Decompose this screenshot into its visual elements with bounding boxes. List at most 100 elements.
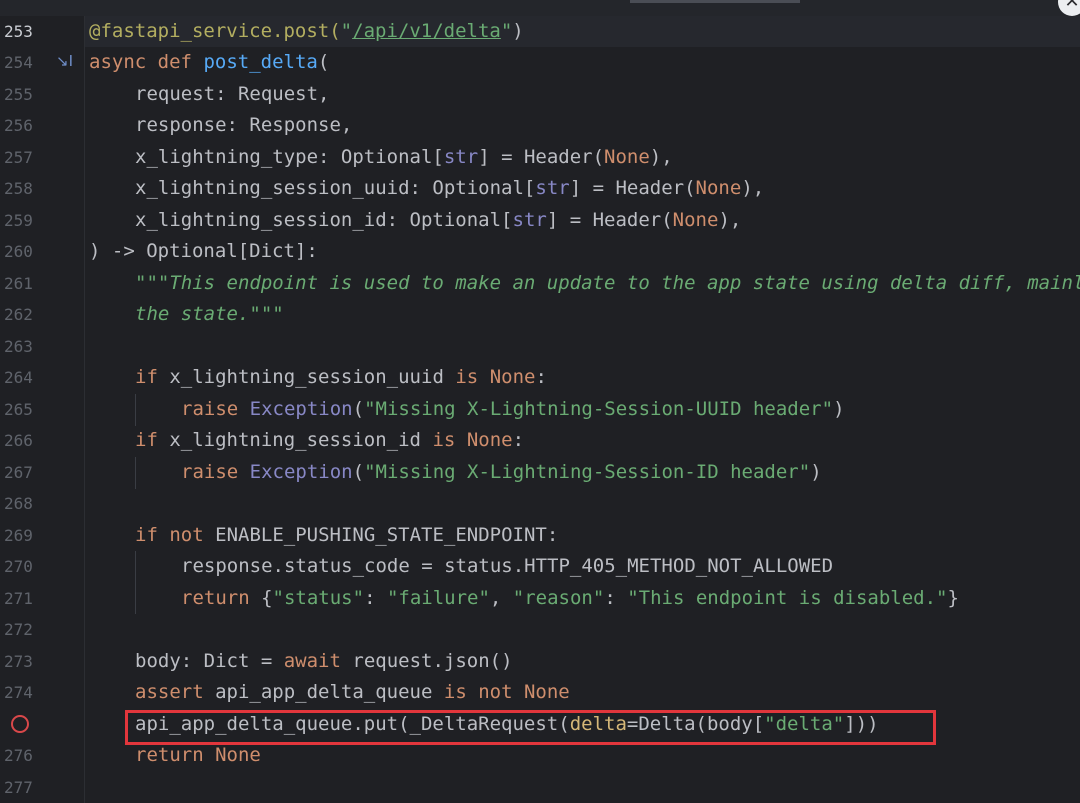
keyword: async [89,51,147,73]
line-number: 256 [4,116,33,135]
string: "status" [272,587,365,609]
top-tab-strip [0,0,1080,16]
line-number: 262 [4,305,33,324]
line-number: 273 [4,652,33,671]
line-number: 261 [4,274,33,293]
implements-gutter-icon[interactable]: ↘I [56,52,82,74]
line-number: 254 [4,53,33,72]
keyword: raise [181,398,239,420]
code-text: ] = Header( [478,146,605,168]
code-line-262: the state.""" [135,303,284,325]
red-highlight-annotation [125,710,936,745]
keyword: is [455,366,479,388]
keyword: assert [135,681,204,703]
string: "Missing X-Lightning-Session-UUID header… [364,398,834,420]
keyword: is not [443,681,513,703]
line-number: 255 [4,85,33,104]
string: "This endpoint is disabled." [627,587,948,609]
code-text: ), [718,209,742,231]
keyword: None [523,681,570,703]
code-line-257: x_lightning_type: Optional[str] = Header… [135,142,673,173]
function-name[interactable]: post_delta [203,51,317,73]
code-line-267: raise Exception("Missing X-Lightning-Ses… [181,457,822,488]
builtin: Exception [249,398,353,420]
paren: ) [512,20,524,42]
keyword: None [695,177,742,199]
code-line-261: """This endpoint is used to make an upda… [135,272,1080,294]
line-number-gutter: 253 254 255 256 257 258 259 260 261 262 … [0,16,85,803]
keyword: not [169,524,204,546]
line-number: 258 [4,179,33,198]
code-line-269: if not ENABLE_PUSHING_STATE_ENDPOINT: [135,520,558,551]
line-number: 265 [4,400,33,419]
line-number: 264 [4,368,33,387]
keyword: def [157,51,192,73]
decorator: @fastapi_service.post( [89,20,341,42]
line-number: 272 [4,620,33,639]
code-text: body: Dict = [135,650,284,672]
keyword: return [181,587,250,609]
code-line-260: ) -> Optional[Dict]: [89,240,318,262]
code-text: x_lightning_type: Optional[ [135,146,444,168]
code-line-266: if x_lightning_session_id is None: [135,425,524,456]
code-text: ] = Header( [546,209,673,231]
code-line-258: x_lightning_session_uuid: Optional[str] … [135,173,764,204]
variable: x_lightning_session_id [169,429,422,451]
code-text: : [512,429,525,451]
code-line-254: async def post_delta( [89,47,329,78]
string: "reason" [512,587,605,609]
code-editor[interactable]: @fastapi_service.post("/api/v1/delta") a… [85,16,1080,803]
code-line-273: body: Dict = await request.json() [135,646,513,677]
line-number: 266 [4,431,33,450]
line-number: 260 [4,242,33,261]
paren: ) [810,461,822,483]
line-number: 276 [4,746,33,765]
keyword: None [672,209,719,231]
code-line-255: request: Request, [135,83,330,105]
builtin: str [535,177,570,199]
line-number: 263 [4,337,33,356]
keyword: if [135,429,158,451]
keyword: None [466,429,513,451]
keyword: None [215,744,261,766]
keyword: is [432,429,456,451]
code-text: : [364,587,387,609]
code-text: x_lightning_session_id: Optional[ [135,209,513,231]
code-text: , [489,587,513,609]
code-text: : [535,366,547,388]
route-link[interactable]: /api/v1/delta [352,20,501,42]
line-number: 268 [4,494,33,513]
code-line-253: @fastapi_service.post("/api/v1/delta") [89,16,524,47]
code-line-259: x_lightning_session_id: Optional[str] = … [135,205,741,236]
code-line-271: return {"status": "failure", "reason": "… [181,583,959,614]
code-text: ), [649,146,673,168]
code-line-256: response: Response, [135,114,353,136]
code-line-274: assert api_app_delta_queue is not None [135,677,570,708]
keyword: await [283,650,341,672]
keyword: if [135,366,158,388]
paren: ) [833,398,845,420]
code-text: x_lightning_session_uuid: Optional[ [135,177,536,199]
line-number: 267 [4,463,33,482]
breakpoint-icon[interactable] [11,715,29,733]
brace: { [261,587,273,609]
keyword: return [135,744,204,766]
line-number: 257 [4,148,33,167]
builtin: Exception [249,461,353,483]
variable: api_app_delta_queue [215,681,433,703]
line-number: 271 [4,589,33,608]
line-number: 269 [4,526,33,545]
keyword: if [135,524,158,546]
keyword: None [604,146,650,168]
builtin: str [512,209,547,231]
line-number: 259 [4,211,33,230]
code-text: ), [741,177,765,199]
variable: x_lightning_session_uuid [169,366,444,388]
line-number: 274 [4,683,33,702]
string-quote: " [340,20,353,42]
paren: ( [317,51,330,73]
code-text: request.json() [352,650,513,672]
horizontal-scroll-thumb[interactable] [630,0,800,3]
variable: ENABLE_PUSHING_STATE_ENDPOINT: [215,524,559,546]
paren: ( [352,461,365,483]
